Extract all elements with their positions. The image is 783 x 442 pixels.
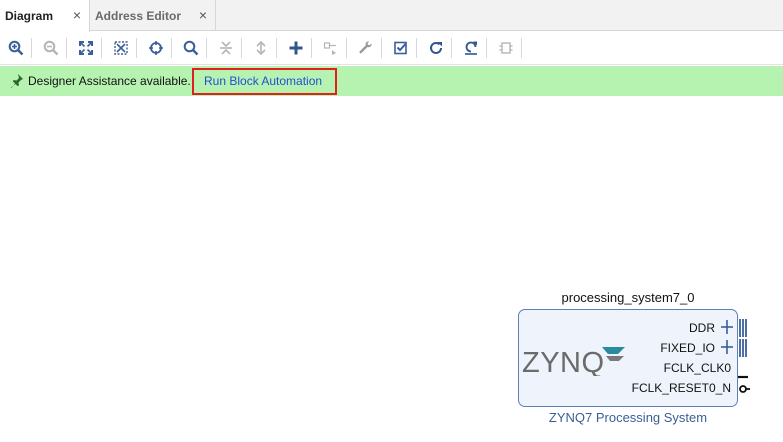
validate-design-icon[interactable] [391,38,411,58]
block-instance-name: processing_system7_0 [561,290,695,305]
close-icon[interactable]: × [196,8,210,22]
diagram-toolbar [0,32,783,65]
toolbar-separator [101,38,102,58]
zynq-logo: ZYNQ [522,344,626,379]
designer-assistance-banner: Designer Assistance available. Run Block… [0,66,783,96]
toolbar-separator [241,38,242,58]
expand-all-icon[interactable] [251,38,271,58]
toolbar-separator [171,38,172,58]
port-inverted-pin-icon[interactable] [738,382,750,400]
fit-selection-icon[interactable] [111,38,131,58]
collapse-all-icon[interactable] [216,38,236,58]
toolbar-separator [31,38,32,58]
svg-text:ZYNQ: ZYNQ [522,347,605,376]
assistance-message: Designer Assistance available. [28,74,191,88]
tab-diagram[interactable]: Diagram × [0,0,90,32]
toolbar-separator [381,38,382,58]
zoom-in-icon[interactable] [6,38,26,58]
toolbar-separator [136,38,137,58]
toolbar-separator [451,38,452,58]
block-subtitle: ZYNQ7 Processing System [548,410,708,425]
zoom-fit-icon[interactable] [76,38,96,58]
tab-diagram-label: Diagram [5,9,54,23]
regenerate-layout-icon[interactable] [426,38,446,58]
search-icon[interactable] [181,38,201,58]
create-comment-icon[interactable] [496,38,516,58]
toolbar-separator [521,38,522,58]
add-ip-icon[interactable] [286,38,306,58]
toolbar-separator [276,38,277,58]
properties-icon[interactable] [356,38,376,58]
autofit-selection-icon[interactable] [146,38,166,58]
tab-address-editor-label: Address Editor [95,8,182,23]
tab-bar: Diagram × Address Editor × [0,0,783,32]
optimize-routing-icon[interactable] [461,38,481,58]
make-connection-icon[interactable] [321,38,341,58]
zoom-out-icon[interactable] [41,38,61,58]
run-block-automation-link[interactable]: Run Block Automation [204,74,322,88]
toolbar-separator [206,38,207,58]
pin-icon[interactable] [10,73,24,89]
port-ddr-label: DDR [689,321,715,335]
toolbar-separator [311,38,312,58]
toolbar-separator [416,38,417,58]
port-fclk-reset0-n-label: FCLK_RESET0_N [631,381,731,395]
port-fclk-clk0-label: FCLK_CLK0 [663,361,731,375]
toolbar-separator [66,38,67,58]
port-fixed-io-label: FIXED_IO [660,341,715,355]
close-icon[interactable]: × [70,8,84,22]
toolbar-separator [346,38,347,58]
port-expand-icon[interactable] [721,339,747,362]
toolbar-separator [486,38,487,58]
tab-address-editor[interactable]: Address Editor × [90,0,216,31]
